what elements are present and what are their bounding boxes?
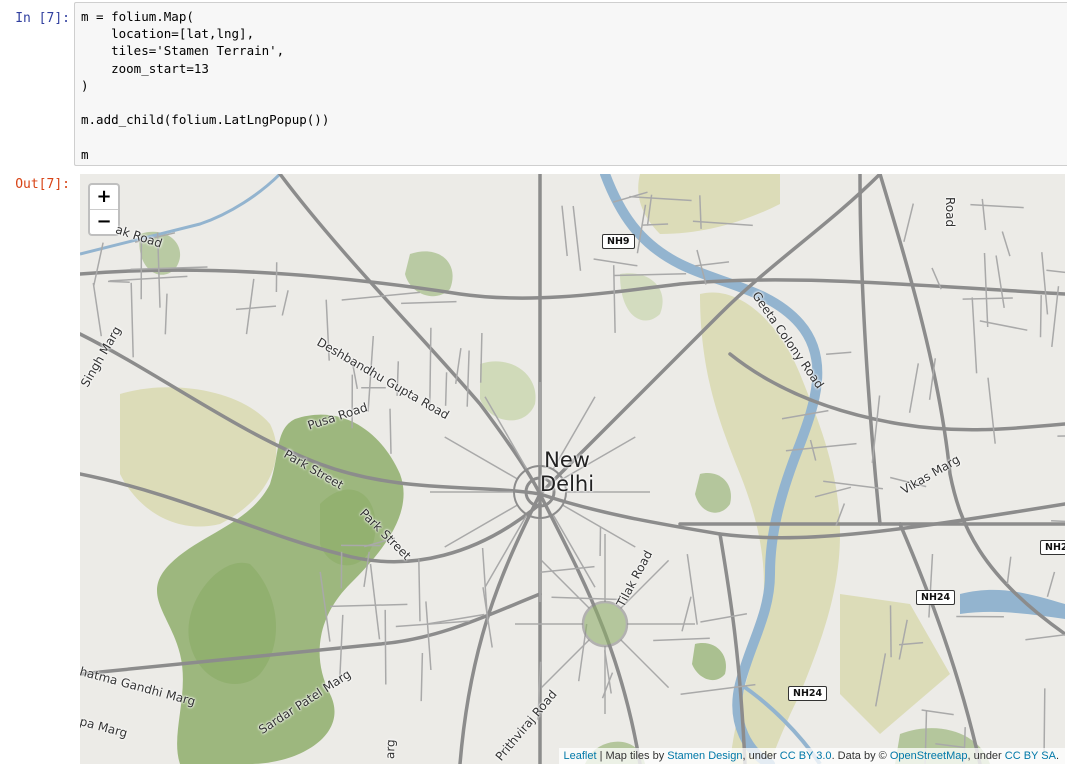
- park-area: [320, 489, 376, 566]
- minor-road: [384, 609, 387, 685]
- code-line: ): [81, 77, 89, 93]
- minor-road: [1039, 295, 1042, 338]
- code-line: m = folium.Map(: [81, 9, 194, 24]
- ccbysa-link[interactable]: CC BY SA: [1005, 750, 1056, 762]
- minor-road: [1043, 688, 1046, 753]
- code-line: tiles='Stamen Terrain',: [81, 43, 285, 59]
- minor-road: [1057, 435, 1065, 437]
- code-line: m.add_child(folium.LatLngPopup()): [81, 112, 330, 128]
- highway-shield-nh2: NH2: [1040, 540, 1065, 555]
- zoom-out-button[interactable]: −: [90, 210, 118, 234]
- notebook-cell: In [7]: m = folium.Map( location=[lat,ln…: [0, 0, 1067, 777]
- map-container[interactable]: + − New Delhi Deshbandhu Gupta Road Pusa…: [80, 174, 1065, 764]
- ccby-link[interactable]: CC BY 3.0: [780, 750, 832, 762]
- highway-shield-nh24: NH24: [788, 686, 828, 701]
- code-line: zoom_start=13: [81, 60, 209, 76]
- code-line: location=[lat,lng],: [81, 26, 255, 42]
- highway-shield-nh24: NH24: [916, 590, 956, 605]
- road-label-top: Road: [943, 197, 957, 228]
- code-line: m: [81, 146, 89, 162]
- minor-road: [389, 408, 392, 454]
- osm-link[interactable]: OpenStreetMap: [890, 750, 968, 762]
- stamen-link[interactable]: Stamen Design: [667, 750, 742, 762]
- india-gate-hexagon: [581, 600, 629, 648]
- city-label: New Delhi: [540, 448, 595, 496]
- code-input-area[interactable]: m = folium.Map( location=[lat,lng], tile…: [74, 2, 1067, 166]
- road-label-marg-bottom: arg: [383, 739, 398, 760]
- minor-road: [889, 605, 892, 658]
- input-prompt: In [7]:: [15, 11, 70, 26]
- code-editor[interactable]: m = folium.Map( location=[lat,lng], tile…: [81, 8, 329, 163]
- leaflet-link[interactable]: Leaflet: [564, 750, 597, 762]
- minor-road: [444, 372, 448, 406]
- highway-shield-nh9: NH9: [602, 234, 635, 249]
- map-attribution: Leaflet | Map tiles by Stamen Design, un…: [558, 748, 1065, 764]
- output-prompt: Out[7]:: [15, 177, 70, 192]
- zoom-in-button[interactable]: +: [90, 185, 118, 210]
